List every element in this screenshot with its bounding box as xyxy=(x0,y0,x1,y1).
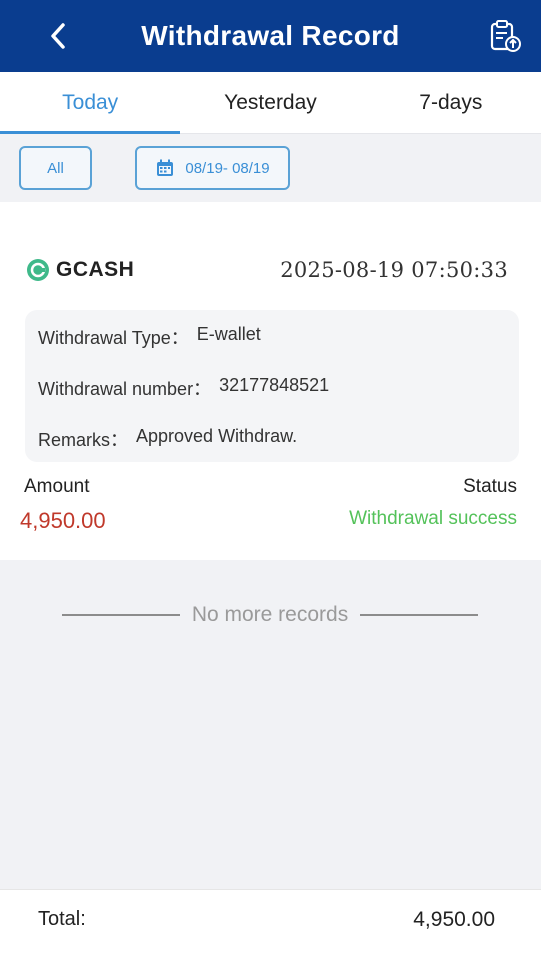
provider-name: GCASH xyxy=(56,258,135,281)
tab-yesterday[interactable]: Yesterday xyxy=(180,72,360,133)
page-title: Withdrawal Record xyxy=(141,20,400,51)
date-tabs: Today Yesterday 7-days xyxy=(0,72,541,134)
amount-value: 4,950.00 xyxy=(20,508,106,533)
no-more-text: No more records xyxy=(191,603,349,626)
clipboard-upload-icon xyxy=(490,20,521,52)
withdrawal-number-row: Withdrawal number： 32177848521 xyxy=(38,375,329,401)
remarks-label: Remarks： xyxy=(38,430,129,450)
tab-7-days[interactable]: 7-days xyxy=(361,72,541,133)
date-range-label: 08/19- 08/19 xyxy=(185,159,270,177)
back-arrow-icon xyxy=(51,23,65,49)
record-details: Withdrawal Type： E-wallet Withdrawal num… xyxy=(25,310,519,462)
amount-label: Amount xyxy=(24,476,90,497)
status-label: Status xyxy=(463,476,517,497)
records-export-button[interactable] xyxy=(485,16,525,56)
divider-right xyxy=(360,614,479,616)
no-more-records: No more records xyxy=(62,600,479,630)
withdrawal-number-label: Withdrawal number： xyxy=(38,379,212,399)
provider: GCASH xyxy=(26,258,134,282)
withdrawal-number-value: 32177848521 xyxy=(219,375,330,395)
divider-left xyxy=(62,614,180,616)
total-footer: Total: 4,950.00 xyxy=(0,889,541,960)
filter-all-button[interactable]: All xyxy=(19,146,92,190)
withdrawal-type-label: Withdrawal Type： xyxy=(38,328,189,348)
record-card[interactable]: GCASH 2025-08-19 07:50:33 Withdrawal Typ… xyxy=(0,202,541,560)
withdrawal-type-row: Withdrawal Type： E-wallet xyxy=(38,324,261,350)
withdrawal-type-value: E-wallet xyxy=(196,324,261,344)
filter-bar: All 08/19- 08/19 xyxy=(0,134,541,202)
tab-today[interactable]: Today xyxy=(0,72,181,134)
date-range-button[interactable]: 08/19- 08/19 xyxy=(135,146,290,190)
gcash-logo-icon xyxy=(27,259,49,281)
back-button[interactable] xyxy=(40,18,76,54)
total-value: 4,950.00 xyxy=(413,908,495,931)
record-datetime: 2025-08-19 07:50:33 xyxy=(280,258,508,282)
remarks-value: Approved Withdraw. xyxy=(136,426,298,446)
app-header: Withdrawal Record xyxy=(0,0,541,72)
remarks-row: Remarks： Approved Withdraw. xyxy=(38,426,297,452)
calendar-icon xyxy=(157,159,174,176)
total-label: Total: xyxy=(38,908,86,930)
status-value: Withdrawal success xyxy=(349,508,517,529)
